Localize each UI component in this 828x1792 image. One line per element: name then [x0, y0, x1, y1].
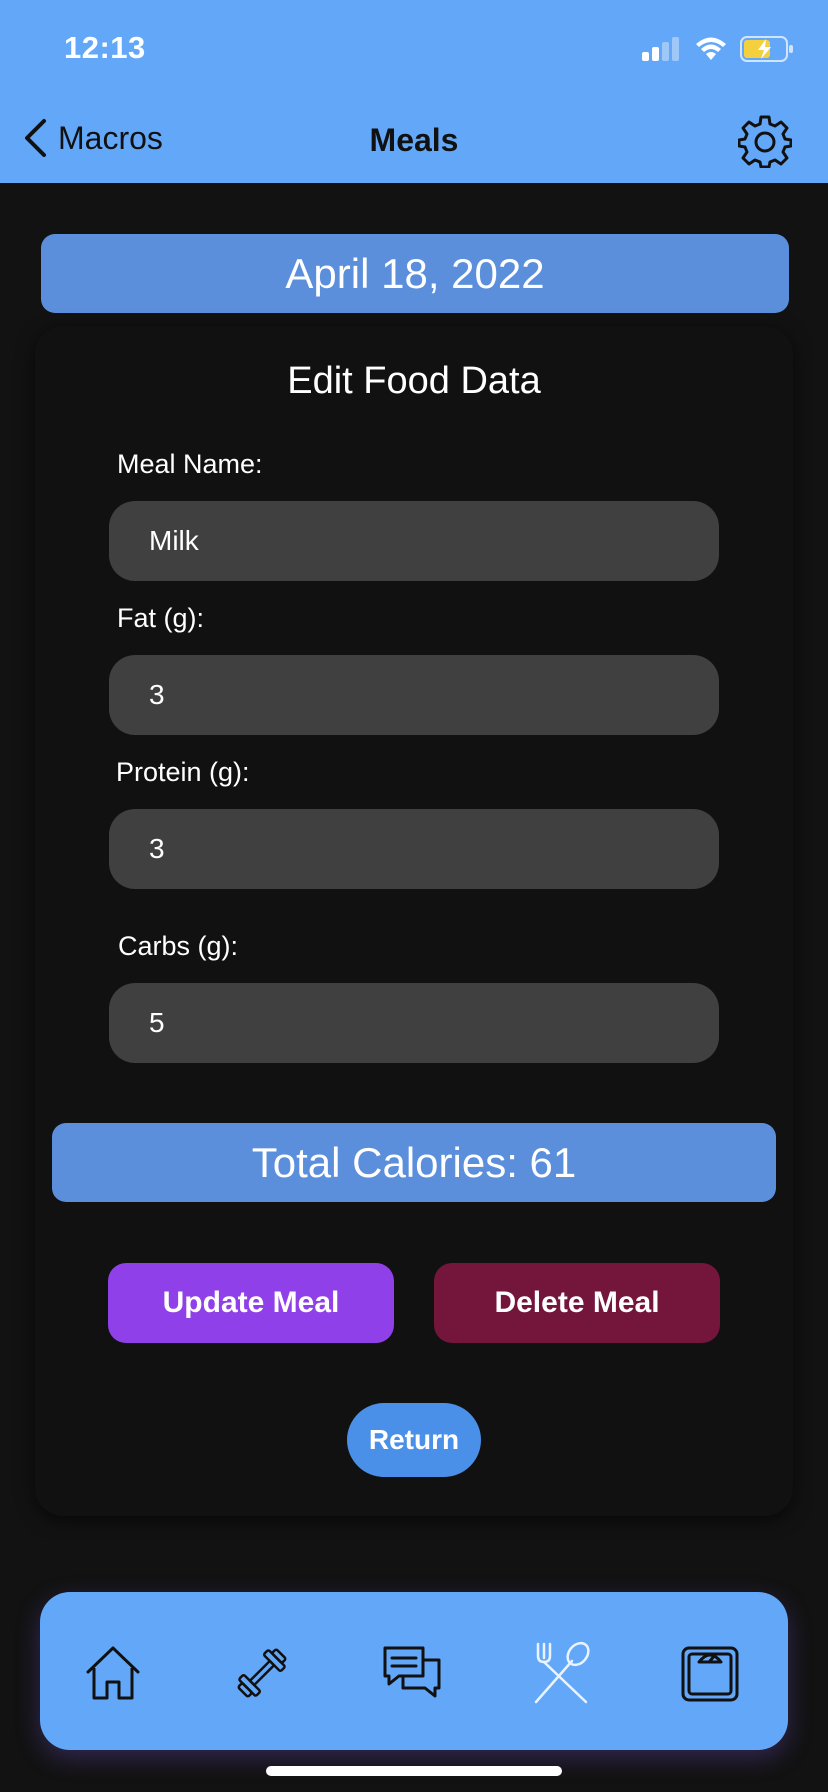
carbs-value: 5 [149, 1007, 165, 1038]
tab-home[interactable] [80, 1640, 146, 1706]
carbs-label: Carbs (g): [118, 931, 239, 961]
tab-bar [40, 1592, 788, 1750]
date-banner: April 18, 2022 [41, 234, 789, 313]
fat-value: 3 [149, 679, 165, 710]
return-button[interactable]: Return [347, 1403, 481, 1477]
carbs-input[interactable]: 5 [109, 983, 719, 1063]
update-meal-button[interactable]: Update Meal [108, 1263, 394, 1343]
delete-meal-button[interactable]: Delete Meal [434, 1263, 720, 1343]
wifi-icon [696, 37, 726, 60]
protein-input[interactable]: 3 [109, 809, 719, 889]
meal-name-value: Milk [149, 525, 199, 556]
navigation-bar: Macros Meals [0, 110, 828, 172]
gear-icon [738, 115, 792, 168]
battery-charging-icon [740, 36, 793, 62]
settings-button[interactable] [738, 114, 792, 168]
fat-input[interactable]: 3 [109, 655, 719, 735]
page-title: Meals [369, 122, 459, 158]
status-time: 12:13 [64, 30, 146, 65]
fork-spoon-icon [534, 1641, 590, 1704]
tab-chat[interactable] [379, 1640, 445, 1706]
tab-workout[interactable] [229, 1640, 295, 1706]
fat-label: Fat (g): [117, 603, 205, 633]
status-icons [642, 36, 794, 62]
protein-value: 3 [149, 833, 165, 864]
protein-label: Protein (g): [116, 757, 250, 787]
home-indicator [266, 1766, 562, 1776]
home-icon [86, 1646, 140, 1700]
scale-icon [681, 1646, 739, 1702]
total-calories-banner: Total Calories: 61 [52, 1123, 776, 1202]
meal-name-label: Meal Name: [117, 449, 263, 479]
meal-name-input[interactable]: Milk [109, 501, 719, 581]
tab-weight[interactable] [677, 1640, 743, 1706]
form-title: Edit Food Data [287, 360, 541, 402]
dumbbell-icon [237, 1648, 287, 1698]
tab-meals[interactable] [528, 1640, 594, 1706]
cellular-signal-icon [642, 37, 679, 61]
chat-icon [383, 1646, 441, 1698]
